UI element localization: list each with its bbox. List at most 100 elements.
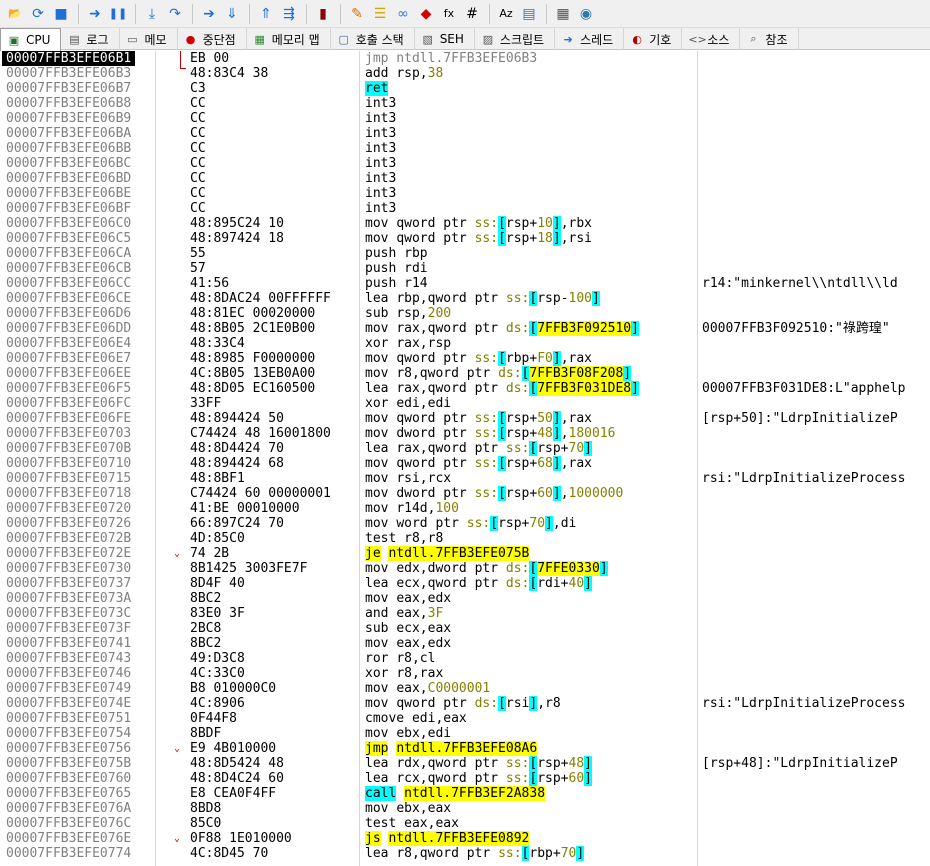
label-icon[interactable]: ◆ [415, 3, 437, 25]
pause-icon[interactable]: ❚❚ [107, 3, 129, 25]
disasm-row[interactable]: 00007FFB3EFE06B8 CC int3 [0, 96, 930, 111]
font-icon[interactable]: Az [495, 3, 517, 25]
disasm-row[interactable]: 00007FFB3EFE06CC 41:56 push r14 r14:"minker… [0, 276, 930, 291]
address-cell: 00007FFB3EFE075B [6, 756, 132, 771]
disasm-row[interactable]: 00007FFB3EFE0774 4C:8D45 70 lea r8,qword p… [0, 846, 930, 861]
instruction-cell: jmp ntdll.7FFB3EFE08A6 [365, 741, 538, 756]
comment-cell: 00007FFB3F092510:"祿跨瑝" [702, 321, 890, 336]
disasm-row[interactable]: 00007FFB3EFE06BD CC int3 [0, 171, 930, 186]
scylla-icon[interactable]: ▮ [312, 3, 334, 25]
disasm-row[interactable]: 00007FFB3EFE072B 4D:85C0 test r8,r8 [0, 531, 930, 546]
properties-icon[interactable]: ▤ [518, 3, 540, 25]
bytes-cell: E8 CEA0F4FF [190, 786, 277, 801]
tab-references[interactable]: ⌕ 참조 [740, 28, 799, 50]
disasm-row[interactable]: 00007FFB3EFE06FC 33FF xor edi,edi [0, 396, 930, 411]
run-icon[interactable]: ➜ [84, 3, 106, 25]
disasm-row[interactable]: 00007FFB3EFE0746 4C:33C0 xor r8,rax [0, 666, 930, 681]
disasm-row[interactable]: 00007FFB3EFE0751 0F44F8 cmove edi,eax [0, 711, 930, 726]
bytes-cell: 8B1425 3003FE7F [190, 561, 308, 576]
disasm-row[interactable]: 00007FFB3EFE06C0 48:895C24 10 mov qword pt… [0, 216, 930, 231]
formula-fx-icon[interactable]: fx [438, 3, 460, 25]
disasm-row[interactable]: 00007FFB3EFE06EE 4C:8B05 13EB0A00 mov r8,q… [0, 366, 930, 381]
disasm-row[interactable]: 00007FFB3EFE06B9 CC int3 [0, 111, 930, 126]
trace-over-icon[interactable]: ⇓ [221, 3, 243, 25]
instruction-cell: cmove edi,eax [365, 711, 467, 726]
disasm-row[interactable]: 00007FFB3EFE075B 48:8D5424 48 lea rdx,qwor… [0, 756, 930, 771]
disasm-row[interactable]: 00007FFB3EFE0730 8B1425 3003FE7F mov edx,d… [0, 561, 930, 576]
instruction-cell: mov qword ptr ss:[rsp+68],rax [365, 456, 593, 471]
disasm-row[interactable]: 00007FFB3EFE06F5 48:8D05 EC160500 lea rax,… [0, 381, 930, 396]
disasm-row[interactable]: 00007FFB3EFE0703 C74424 48 16001800 mov dw… [0, 426, 930, 441]
disasm-row[interactable]: 00007FFB3EFE0765 E8 CEA0F4FF call ntdll.7F… [0, 786, 930, 801]
disasm-row[interactable]: 00007FFB3EFE0710 48:894424 68 mov qword pt… [0, 456, 930, 471]
stop-icon[interactable]: ■ [50, 3, 72, 25]
disasm-row[interactable]: 00007FFB3EFE06B7 C3 ret [0, 81, 930, 96]
disasm-row[interactable]: 00007FFB3EFE0741 8BC2 mov eax,edx [0, 636, 930, 651]
disasm-row[interactable]: 00007FFB3EFE0743 49:D3C8 ror r8,cl [0, 651, 930, 666]
trace-into-icon[interactable]: ➔ [198, 3, 220, 25]
tab-script[interactable]: ▨ 스크립트 [475, 28, 556, 50]
disasm-row[interactable]: 00007FFB3EFE06BC CC int3 [0, 156, 930, 171]
disassembly-view[interactable]: 00007FFB3EFE06B1 EB 00 jmp ntdll.7FFB3EFE0… [0, 51, 930, 866]
disasm-row[interactable]: 00007FFB3EFE06D6 48:81EC 00020000 sub rsp,… [0, 306, 930, 321]
disasm-row[interactable]: 00007FFB3EFE06E7 48:8985 F0000000 mov qwor… [0, 351, 930, 366]
disasm-row[interactable]: 00007FFB3EFE076E ⌄ 0F88 1E010000 js ntdll.7… [0, 831, 930, 846]
disasm-row[interactable]: 00007FFB3EFE073A 8BC2 mov eax,edx [0, 591, 930, 606]
disasm-row[interactable]: 00007FFB3EFE0737 8D4F 40 lea ecx,qword ptr… [0, 576, 930, 591]
disasm-row[interactable]: 00007FFB3EFE06CE 48:8DAC24 00FFFFFF lea rb… [0, 291, 930, 306]
comment-icon[interactable]: ☰ [369, 3, 391, 25]
tab-cpu[interactable]: ▣ CPU [0, 28, 62, 51]
step-over-icon[interactable]: ↷ [164, 3, 186, 25]
disasm-row[interactable]: 00007FFB3EFE06DD 48:8B05 2C1E0B00 mov rax,… [0, 321, 930, 336]
breakpoint-icon: ● [185, 32, 196, 46]
tab-notes[interactable]: ▭ 메모 [120, 28, 178, 50]
run-to-user-code-icon[interactable]: ⇶ [278, 3, 300, 25]
tab-breakpoint[interactable]: ● 중단점 [178, 28, 247, 50]
restart-icon[interactable]: ⟳ [27, 3, 49, 25]
disasm-row[interactable]: 00007FFB3EFE06CB 57 push rdi [0, 261, 930, 276]
disasm-row[interactable]: 00007FFB3EFE06BE CC int3 [0, 186, 930, 201]
bytes-cell: 83E0 3F [190, 606, 245, 621]
disasm-row[interactable]: 00007FFB3EFE0756 ⌄ E9 4B010000 jmp ntdll.7F… [0, 741, 930, 756]
disasm-row[interactable]: 00007FFB3EFE06C5 48:897424 18 mov qword pt… [0, 231, 930, 246]
patch-icon[interactable]: ✎ [346, 3, 368, 25]
disasm-row[interactable]: 00007FFB3EFE076C 85C0 test eax,eax [0, 816, 930, 831]
tab-symbols[interactable]: ◐ 기호 [624, 28, 683, 50]
disasm-row[interactable]: 00007FFB3EFE0718 C74424 60 00000001 mov dw… [0, 486, 930, 501]
disasm-row[interactable]: 00007FFB3EFE06BF CC int3 [0, 201, 930, 216]
disasm-row[interactable]: 00007FFB3EFE070B 48:8D4424 70 lea rax,qwor… [0, 441, 930, 456]
link-icon[interactable]: ∞ [392, 3, 414, 25]
globe-icon[interactable]: ◉ [575, 3, 597, 25]
disasm-row[interactable]: 00007FFB3EFE06BB CC int3 [0, 141, 930, 156]
disasm-row[interactable]: 00007FFB3EFE073C 83E0 3F and eax,3F [0, 606, 930, 621]
disasm-row[interactable]: 00007FFB3EFE06B1 EB 00 jmp ntdll.7FFB3EFE0… [0, 51, 930, 66]
tab-threads[interactable]: ➜ 스레드 [555, 28, 625, 50]
disasm-row[interactable]: 00007FFB3EFE06BA CC int3 [0, 126, 930, 141]
open-icon[interactable]: 📂 [4, 3, 26, 25]
disasm-row[interactable]: 00007FFB3EFE0726 66:897C24 70 mov word ptr… [0, 516, 930, 531]
tab-seh[interactable]: ▧ SEH [415, 28, 475, 50]
disasm-row[interactable]: 00007FFB3EFE0760 48:8D4C24 60 lea rcx,qwor… [0, 771, 930, 786]
disasm-row[interactable]: 00007FFB3EFE0754 8BDF mov ebx,edi [0, 726, 930, 741]
disasm-row[interactable]: 00007FFB3EFE06B3 48:83C4 38 add rsp,38 [0, 66, 930, 81]
instruction-cell: mov qword ptr ss:[rsp+18],rsi [365, 231, 593, 246]
tab-log[interactable]: ▤ 로그 [61, 28, 120, 50]
notes-icon: ▭ [127, 32, 138, 46]
disasm-row[interactable]: 00007FFB3EFE073F 2BC8 sub ecx,eax [0, 621, 930, 636]
tab-memory-map[interactable]: ▦ 메모리 맵 [247, 28, 331, 50]
disasm-row[interactable]: 00007FFB3EFE074E 4C:8906 mov qword ptr ds:… [0, 696, 930, 711]
execute-till-return-icon[interactable]: ⇑ [255, 3, 277, 25]
disasm-row[interactable]: 00007FFB3EFE072E ⌄ 74 2B je ntdll.7FFB3EFE0… [0, 546, 930, 561]
disasm-row[interactable]: 00007FFB3EFE06CA 55 push rbp [0, 246, 930, 261]
tab-source[interactable]: <> 소스 [682, 28, 741, 50]
calculator-icon[interactable]: ▦ [552, 3, 574, 25]
disasm-row[interactable]: 00007FFB3EFE06E4 48:33C4 xor rax,rsp [0, 336, 930, 351]
disasm-row[interactable]: 00007FFB3EFE0715 48:8BF1 mov rsi,rcx rsi:"L… [0, 471, 930, 486]
disasm-row[interactable]: 00007FFB3EFE06FE 48:894424 50 mov qword pt… [0, 411, 930, 426]
disasm-row[interactable]: 00007FFB3EFE0720 41:BE 00010000 mov r14d,1… [0, 501, 930, 516]
hash-icon[interactable]: # [461, 3, 483, 25]
disasm-row[interactable]: 00007FFB3EFE0749 B8 010000C0 mov eax,C0000… [0, 681, 930, 696]
tab-call-stack[interactable]: ▢ 호출 스택 [331, 28, 415, 50]
disasm-row[interactable]: 00007FFB3EFE076A 8BD8 mov ebx,eax [0, 801, 930, 816]
step-into-icon[interactable]: ⤓ [141, 3, 163, 25]
